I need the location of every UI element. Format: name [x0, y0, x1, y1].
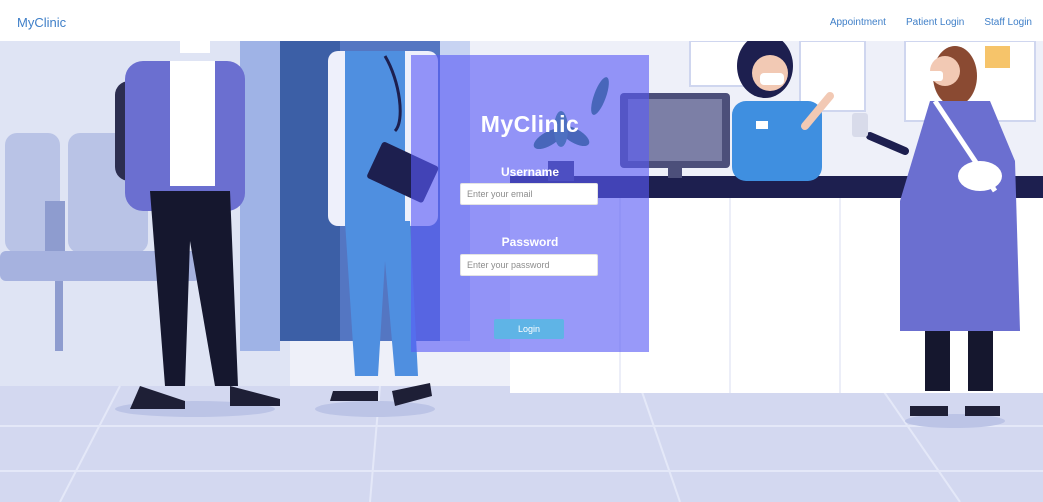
nav-link-staff-login[interactable]: Staff Login — [984, 17, 1032, 28]
login-button[interactable]: Login — [494, 319, 564, 339]
username-input[interactable] — [460, 183, 598, 205]
brand-link[interactable]: MyClinic — [17, 15, 66, 30]
login-form: MyClinic Username Password Login — [411, 55, 649, 352]
top-navbar: MyClinic Appointment Patient Login Staff… — [0, 0, 1043, 41]
password-label: Password — [501, 235, 559, 249]
login-title: MyClinic — [480, 111, 580, 137]
nav-links: Appointment Patient Login Staff Login — [830, 17, 1032, 28]
nav-link-patient-login[interactable]: Patient Login — [906, 17, 964, 28]
nav-link-appointment[interactable]: Appointment — [830, 17, 886, 28]
password-input[interactable] — [460, 254, 598, 276]
username-label: Username — [500, 165, 560, 179]
